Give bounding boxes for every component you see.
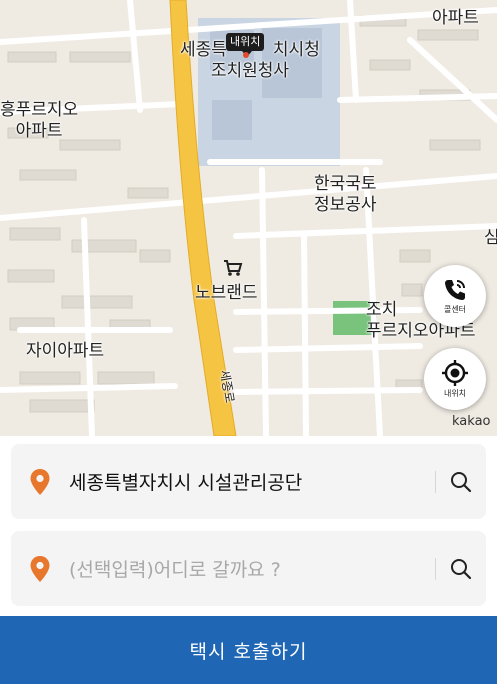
destination-pin-icon xyxy=(11,555,69,583)
map-label-top-right: 아파트 xyxy=(432,8,479,28)
origin-search-button[interactable] xyxy=(436,471,486,493)
destination-input[interactable]: (선택입력)어디로 갈까요 ? xyxy=(69,555,435,582)
map-label-land-corp: 한국국토 정보공사 xyxy=(314,174,377,216)
map-label-land-line2: 정보공사 xyxy=(314,195,377,215)
my-location-dot xyxy=(243,52,249,58)
destination-search-button[interactable] xyxy=(436,558,486,580)
map-view[interactable]: 세종특 치시청 조치원청사 아파트 흥푸르지오 아파트 한국국토 정보공사 노브랜… xyxy=(0,0,497,436)
route-panel: 세종특별자치시 시설관리공단 (선택입력)어디로 갈까요 ? xyxy=(0,436,497,616)
cart-icon xyxy=(224,260,243,276)
destination-field[interactable]: (선택입력)어디로 갈까요 ? xyxy=(11,531,486,606)
map-label-city-hall-line2: 조치원청사 xyxy=(210,61,290,81)
map-label-xi-apartment: 자이아파트 xyxy=(26,341,105,361)
map-label-right-line1: 조치 xyxy=(366,300,398,320)
crosshair-icon xyxy=(442,360,468,386)
origin-field[interactable]: 세종특별자치시 시설관리공단 xyxy=(11,444,486,519)
search-icon xyxy=(451,558,472,579)
search-icon xyxy=(451,471,472,492)
map-label-store: 노브랜드 xyxy=(195,283,258,303)
call-center-label: 콜센터 xyxy=(443,305,467,314)
origin-input[interactable]: 세종특별자치시 시설관리공단 xyxy=(69,468,435,495)
map-label-left-apartment: 흥푸르지오 아파트 xyxy=(0,100,78,142)
my-location-button[interactable]: 내위치 xyxy=(424,348,486,410)
map-label-city-hall-part2: 치시청 xyxy=(272,40,320,60)
map-attribution: kakao xyxy=(452,414,491,429)
my-location-pin: 내위치 xyxy=(226,33,265,57)
my-location-label: 내위치 xyxy=(443,389,467,398)
call-center-button[interactable]: 콜센터 xyxy=(424,265,486,327)
map-label-land-line1: 한국국토 xyxy=(314,174,377,194)
map-label-left-line1: 흥푸르지오 xyxy=(0,100,79,120)
phone-icon xyxy=(445,280,465,300)
origin-pin-icon xyxy=(11,468,69,496)
call-taxi-button[interactable]: 택시 호출하기 xyxy=(0,616,497,684)
map-label-left-line2: 아파트 xyxy=(15,121,63,141)
map-label-edge-right: 심 xyxy=(484,228,497,248)
map-label-city-hall-part1: 세종특 xyxy=(180,40,227,60)
